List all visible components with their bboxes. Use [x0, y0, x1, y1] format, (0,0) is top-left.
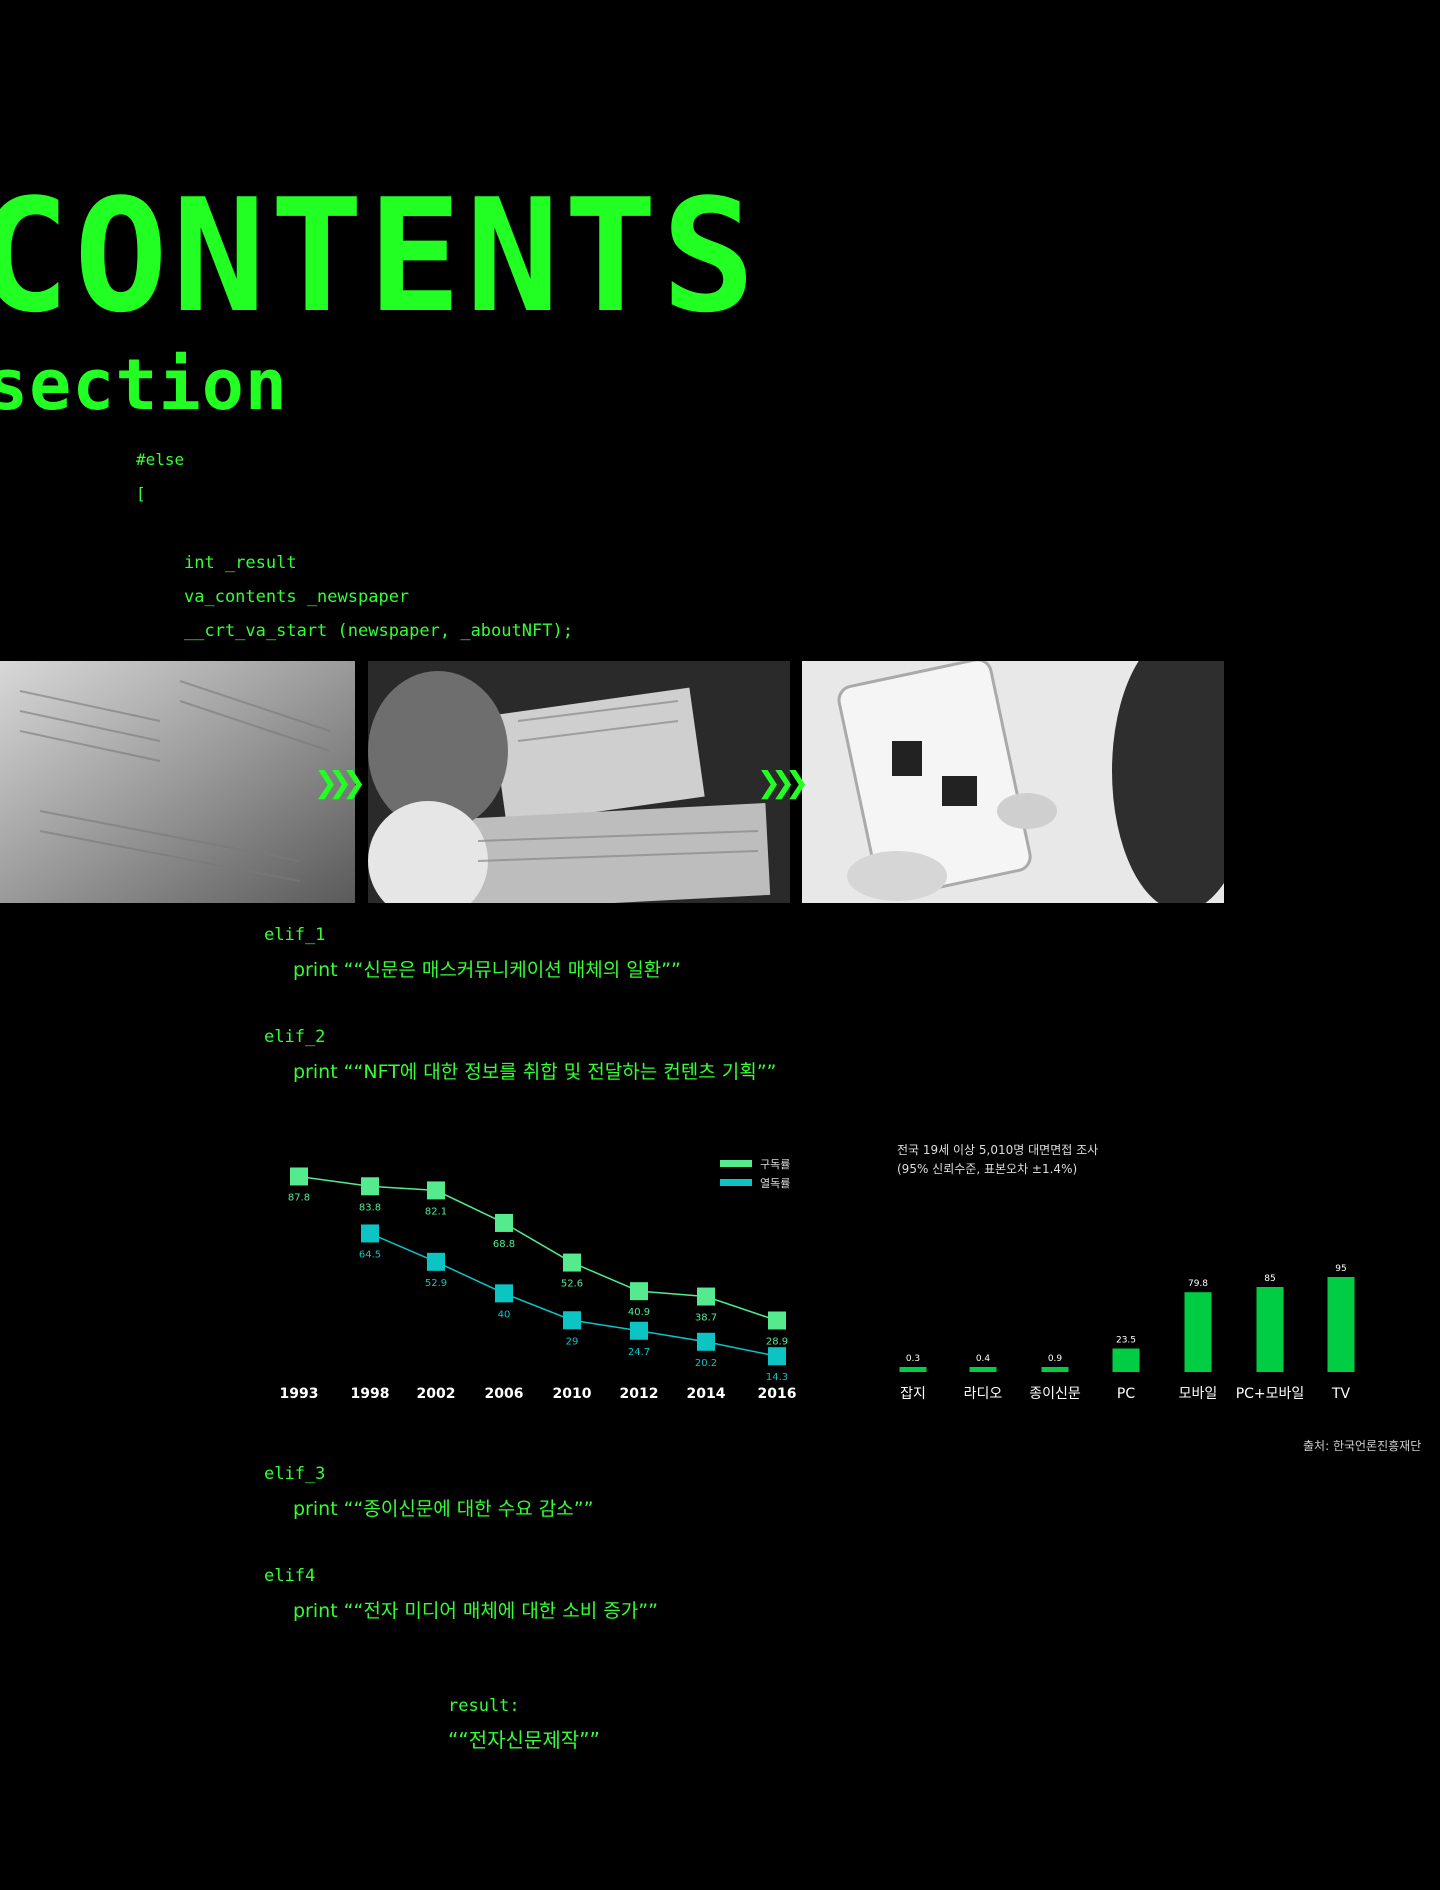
x-tick-label: 2006	[485, 1386, 524, 1402]
bar	[899, 1367, 927, 1372]
bar-value-label: 0.3	[906, 1354, 920, 1364]
x-tick-label: 1998	[351, 1386, 390, 1402]
data-point	[697, 1332, 715, 1351]
contents-title: CONTENTS	[0, 165, 760, 347]
legend-swatch	[720, 1179, 752, 1186]
legend-swatch	[720, 1160, 752, 1167]
code-brace: [	[136, 484, 146, 503]
bar	[1327, 1277, 1355, 1372]
data-point	[768, 1347, 786, 1366]
x-tick-label: 2016	[758, 1386, 797, 1402]
x-tick-label: 2012	[620, 1386, 659, 1402]
bar	[969, 1367, 997, 1372]
data-point	[495, 1284, 513, 1303]
bar-value-label: 0.9	[1048, 1354, 1063, 1364]
category-label: 모바일	[1179, 1386, 1218, 1402]
bar-value-label: 95	[1335, 1264, 1346, 1274]
legend-label: 구독률	[760, 1158, 790, 1171]
x-tick-label: 2014	[687, 1386, 726, 1402]
data-point	[630, 1321, 648, 1340]
data-label: 83.8	[359, 1202, 381, 1213]
code-line-3: __crt_va_start (newspaper, _aboutNFT);	[184, 621, 573, 641]
bar-value-label: 85	[1264, 1274, 1275, 1284]
data-label: 52.9	[425, 1278, 447, 1289]
elif-4-print: print ““전자 미디어 매체에 대한 소비 증가””	[293, 1600, 658, 1622]
data-label: 29	[566, 1336, 579, 1347]
elif-3-label: elif_3	[264, 1464, 326, 1484]
elif-2-print: print ““NFT에 대한 정보를 취합 및 전달하는 컨텐츠 기획””	[293, 1061, 777, 1083]
code-line-1: int _result	[184, 553, 297, 573]
data-point	[563, 1253, 581, 1272]
elif-3-print: print ““종이신문에 대한 수요 감소””	[293, 1498, 594, 1520]
result-value: ““전자신문제작””	[448, 1728, 600, 1752]
bar-value-label: 23.5	[1116, 1336, 1136, 1346]
data-point	[361, 1224, 379, 1243]
data-point	[768, 1311, 786, 1330]
bar-value-label: 79.8	[1188, 1279, 1208, 1289]
elif-1-print: print ““신문은 매스커뮤니케이션 매체의 일환””	[293, 959, 681, 981]
newspaper-stack-photo	[0, 661, 355, 903]
data-point	[630, 1282, 648, 1301]
survey-note-line-1: 전국 19세 이상 5,010명 대면면접 조사	[897, 1143, 1099, 1157]
data-label: 82.1	[425, 1206, 447, 1217]
chevron-right-icon: ❯❯❯	[314, 760, 366, 806]
chevron-right-icon: ❯❯❯	[757, 760, 809, 806]
x-tick-label: 2010	[553, 1386, 592, 1402]
code-else: #else	[136, 450, 185, 469]
data-label: 20.2	[695, 1358, 717, 1369]
data-point	[361, 1177, 379, 1196]
data-label: 24.7	[628, 1347, 650, 1358]
data-point	[563, 1311, 581, 1330]
data-label: 52.6	[561, 1279, 583, 1290]
legend-label: 열독률	[760, 1177, 790, 1190]
data-point	[427, 1252, 445, 1271]
x-tick-label: 1993	[280, 1386, 319, 1402]
data-label: 28.9	[766, 1336, 788, 1347]
data-label: 68.8	[493, 1239, 515, 1250]
section-subtitle: section	[0, 344, 289, 426]
data-point	[290, 1167, 308, 1186]
data-label: 38.7	[695, 1313, 717, 1324]
data-point	[697, 1287, 715, 1306]
bar	[1112, 1348, 1140, 1372]
data-label: 40	[498, 1309, 511, 1320]
data-point	[427, 1181, 445, 1200]
tablet-reading-photo	[802, 661, 1224, 903]
bar	[1041, 1367, 1069, 1372]
result-label: result:	[448, 1696, 520, 1716]
x-tick-label: 2002	[417, 1386, 456, 1402]
bar	[1256, 1287, 1284, 1372]
category-label: PC	[1117, 1386, 1135, 1402]
data-label: 40.9	[628, 1307, 650, 1318]
data-label: 64.5	[359, 1249, 381, 1260]
elif-1-label: elif_1	[264, 925, 326, 945]
bar-value-label: 0.4	[976, 1354, 991, 1364]
data-point	[495, 1213, 513, 1232]
elif-4-label: elif4	[264, 1566, 316, 1586]
survey-note-line-2: (95% 신뢰수준, 표본오차 ±1.4%)	[897, 1162, 1078, 1176]
media-usage-bar-chart: 0.3 0.4 0.9 23.5 79.8 85 95 잡지 라디오 종이신문 PC 모바일 PC+모바…	[899, 1264, 1355, 1402]
woman-reading-newspaper-photo	[368, 661, 790, 903]
readership-line-chart: 87.8 83.8 82.1 68.8 52.6 40.9 38.7 28.9 64.5 52.9…	[280, 1158, 797, 1402]
bar	[1184, 1292, 1212, 1372]
data-label: 87.8	[288, 1192, 310, 1203]
category-label: 라디오	[964, 1386, 1003, 1402]
code-line-2: va_contents _newspaper	[184, 587, 410, 607]
category-label: 잡지	[900, 1386, 926, 1402]
category-label: 종이신문	[1029, 1386, 1081, 1402]
chart-source: 출처: 한국언론진흥재단	[1303, 1439, 1422, 1453]
data-label: 14.3	[766, 1372, 788, 1383]
category-label: PC+모바일	[1236, 1386, 1305, 1402]
category-label: TV	[1331, 1386, 1351, 1402]
elif-2-label: elif_2	[264, 1027, 326, 1047]
